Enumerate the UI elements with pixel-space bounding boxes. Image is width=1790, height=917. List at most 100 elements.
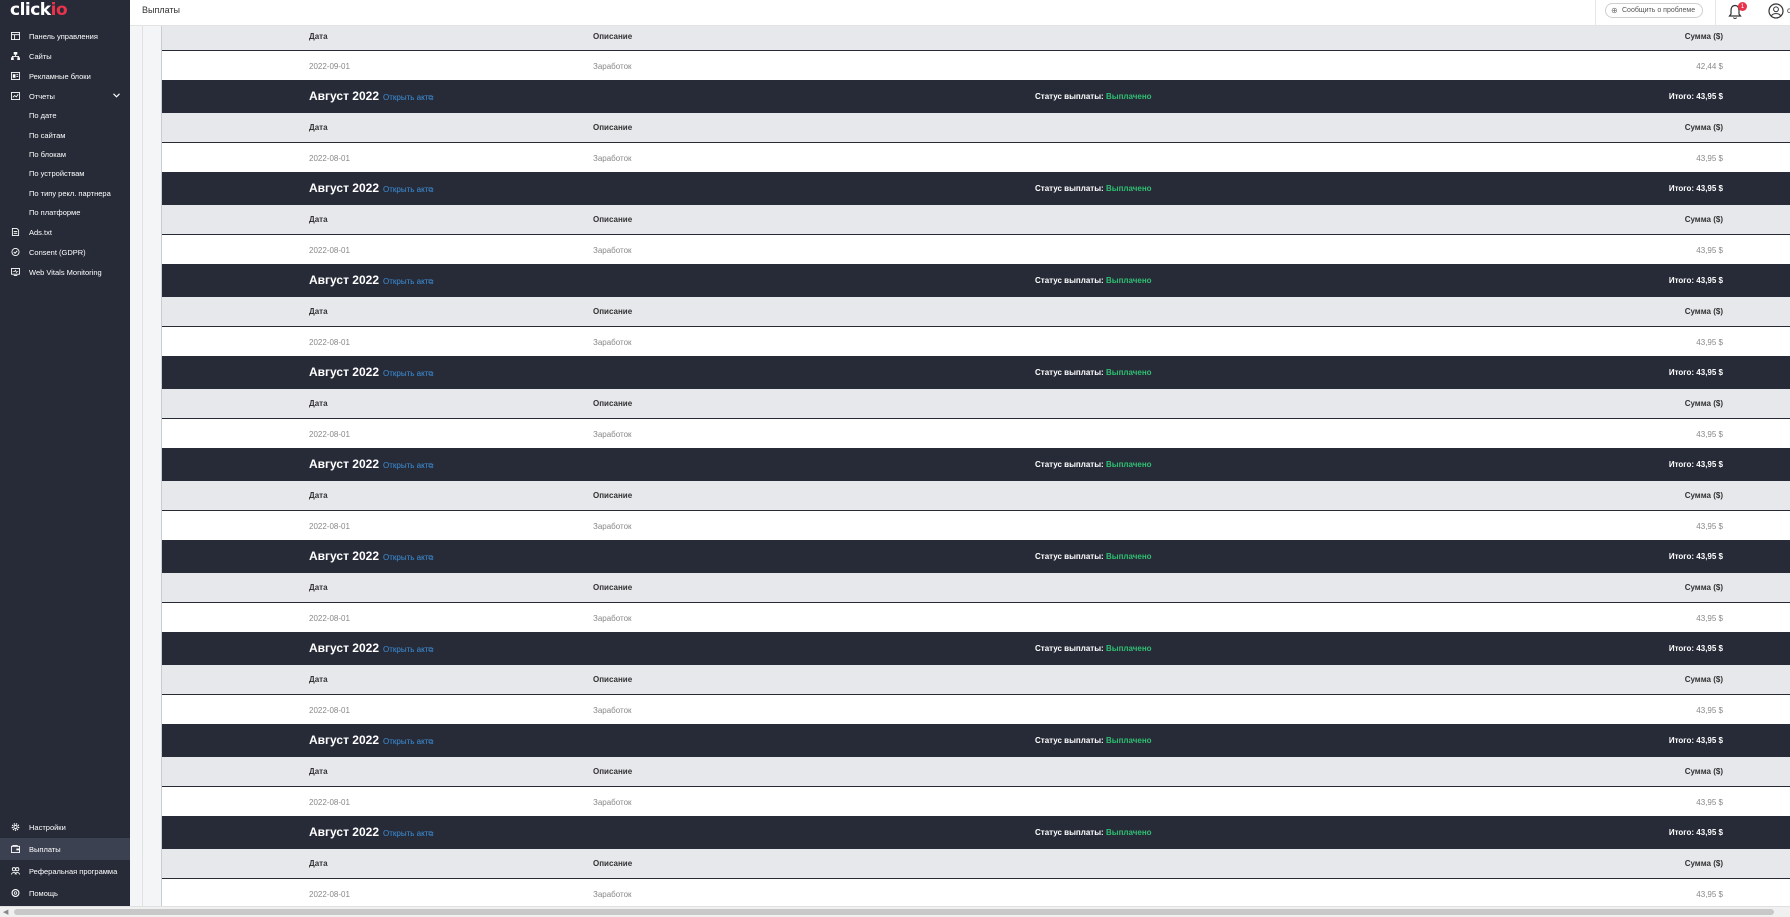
table-header: Дата Описание Сумма ($) xyxy=(162,26,1790,51)
col-date-header: Дата xyxy=(309,215,328,224)
row-sum: 43,95 $ xyxy=(1696,338,1723,347)
row-desc: Заработок xyxy=(593,338,632,347)
col-desc-header: Описание xyxy=(593,32,633,41)
sidebar-item-reports[interactable]: Отчеты xyxy=(0,86,130,106)
open-act-link[interactable]: Открыть акт⧉ xyxy=(383,93,433,102)
col-date-header: Дата xyxy=(309,583,328,592)
month-name: Август 2022 xyxy=(309,273,379,287)
dashboard-icon xyxy=(11,32,20,40)
row-date: 2022-08-01 xyxy=(309,890,350,899)
total-label: Итого: xyxy=(1668,368,1695,377)
col-sum-header: Сумма ($) xyxy=(1684,491,1723,500)
row-date: 2022-08-01 xyxy=(309,246,350,255)
open-act-link[interactable]: Открыть акт⧉ xyxy=(383,829,433,838)
clickio-logo[interactable]: clickio xyxy=(10,0,68,20)
open-act-link[interactable]: Открыть акт⧉ xyxy=(383,461,433,470)
status-label: Статус выплаты: xyxy=(1035,276,1104,285)
col-desc-header: Описание xyxy=(593,767,633,776)
sidebar-item-dashboard[interactable]: Панель управления xyxy=(0,26,130,46)
table-row: 2022-08-01 Заработок 43,95 $ xyxy=(162,143,1790,172)
open-act-link[interactable]: Открыть акт⧉ xyxy=(383,369,433,378)
sidebar-subitem-by-sites[interactable]: По сайтам xyxy=(0,125,130,144)
scrollbar-thumb[interactable] xyxy=(14,909,1774,915)
sidebar-subitem-by-devices[interactable]: По устройствам xyxy=(0,164,130,183)
month-header: Август 2022 Открыть акт⧉ Статус выплаты: … xyxy=(162,632,1790,665)
month-name: Август 2022 xyxy=(309,549,379,563)
status-value: Выплачено xyxy=(1105,828,1152,837)
document-icon xyxy=(11,228,20,237)
row-desc: Заработок xyxy=(593,154,632,163)
sidebar-item-ads-txt[interactable]: Ads.txt xyxy=(0,222,130,242)
sidebar-subitem-by-date[interactable]: По дате xyxy=(0,106,130,125)
sidebar-item-label: Consent (GDPR) xyxy=(29,247,86,257)
status-value: Выплачено xyxy=(1105,644,1152,653)
month-total: Итого: 43,95 $ xyxy=(1669,92,1723,101)
col-date-header: Дата xyxy=(309,859,328,868)
col-sum-header: Сумма ($) xyxy=(1684,767,1723,776)
sidebar-item-payouts[interactable]: Выплаты xyxy=(0,838,130,860)
status-value: Выплачено xyxy=(1105,276,1152,285)
col-date-header: Дата xyxy=(309,399,328,408)
report-problem-button[interactable]: ⊕ Сообщить о проблеме xyxy=(1605,3,1704,18)
status-value: Выплачено xyxy=(1105,736,1152,745)
table-header: Дата Описание Сумма ($) xyxy=(162,297,1790,327)
wallet-icon xyxy=(11,845,20,853)
sidebar-item-help[interactable]: Помощь xyxy=(0,882,130,904)
scroll-left-icon[interactable]: ◀ xyxy=(3,908,8,916)
sidebar-item-label: Реферальная программа xyxy=(29,866,118,876)
sidebar-item-label: Рекламные блоки xyxy=(29,71,91,81)
payout-status: Статус выплаты: Выплачено xyxy=(1035,368,1152,377)
table-header: Дата Описание Сумма ($) xyxy=(162,481,1790,511)
open-act-label: Открыть акт xyxy=(383,185,429,194)
open-act-label: Открыть акт xyxy=(383,553,429,562)
status-value: Выплачено xyxy=(1105,460,1152,469)
sidebar-item-consent[interactable]: Consent (GDPR) xyxy=(0,242,130,262)
sidebar-item-sites[interactable]: Сайты xyxy=(0,46,130,66)
col-sum-header: Сумма ($) xyxy=(1684,307,1723,316)
sidebar-subitem-by-partner-type[interactable]: По типу рекл. партнера xyxy=(0,184,130,203)
status-label: Статус выплаты: xyxy=(1035,460,1104,469)
row-date: 2022-08-01 xyxy=(309,338,350,347)
row-date: 2022-08-01 xyxy=(309,154,350,163)
month-block: Август 2022 Открыть акт⧉ Статус выплаты: … xyxy=(162,356,1790,448)
month-title: Август 2022 Открыть акт⧉ xyxy=(309,273,433,287)
sidebar-subitem-by-blocks[interactable]: По блокам xyxy=(0,145,130,164)
divider-line xyxy=(142,26,143,906)
external-link-icon: ⧉ xyxy=(428,739,434,746)
horizontal-scrollbar[interactable]: ◀ xyxy=(0,906,1790,917)
open-act-link[interactable]: Открыть акт⧉ xyxy=(383,185,433,194)
sidebar-item-web-vitals[interactable]: Web Vitals Monitoring xyxy=(0,262,130,282)
open-act-link[interactable]: Открыть акт⧉ xyxy=(383,737,433,746)
table-row: 2022-08-01 Заработок 43,95 $ xyxy=(162,511,1790,540)
consent-icon xyxy=(11,248,20,257)
sidebar-item-settings[interactable]: Настройки xyxy=(0,816,130,838)
status-value: Выплачено xyxy=(1105,368,1152,377)
row-date: 2022-08-01 xyxy=(309,430,350,439)
sidebar-item-referral[interactable]: Реферальная программа xyxy=(0,860,130,882)
col-desc-header: Описание xyxy=(593,859,633,868)
open-act-link[interactable]: Открыть акт⧉ xyxy=(383,645,433,654)
ad-units-icon xyxy=(11,72,20,80)
sidebar-item-label: Выплаты xyxy=(29,844,61,854)
sidebar-item-label: Сайты xyxy=(29,51,52,61)
notification-badge: 1 xyxy=(1738,2,1747,11)
topbar-divider xyxy=(1715,0,1716,26)
user-icon[interactable] xyxy=(1768,3,1784,19)
open-act-link[interactable]: Открыть акт⧉ xyxy=(383,277,433,286)
month-header: Август 2022 Открыть акт⧉ Статус выплаты: … xyxy=(162,448,1790,481)
month-title: Август 2022 Открыть акт⧉ xyxy=(309,457,433,471)
payout-status: Статус выплаты: Выплачено xyxy=(1035,644,1152,653)
row-desc: Заработок xyxy=(593,798,632,807)
payout-status: Статус выплаты: Выплачено xyxy=(1035,736,1152,745)
month-name: Август 2022 xyxy=(309,89,379,103)
open-act-link[interactable]: Открыть акт⧉ xyxy=(383,553,433,562)
total-value: 43,95 $ xyxy=(1696,828,1723,837)
month-header: Август 2022 Открыть акт⧉ Статус выплаты: … xyxy=(162,816,1790,849)
sidebar-item-ad-units[interactable]: Рекламные блоки xyxy=(0,66,130,86)
col-sum-header: Сумма ($) xyxy=(1684,583,1723,592)
table-row: 2022-08-01 Заработок 43,95 $ xyxy=(162,787,1790,816)
row-date: 2022-09-01 xyxy=(309,62,350,71)
col-desc-header: Описание xyxy=(593,307,633,316)
sidebar-subitem-by-platform[interactable]: По платформе xyxy=(0,203,130,222)
row-desc: Заработок xyxy=(593,614,632,623)
